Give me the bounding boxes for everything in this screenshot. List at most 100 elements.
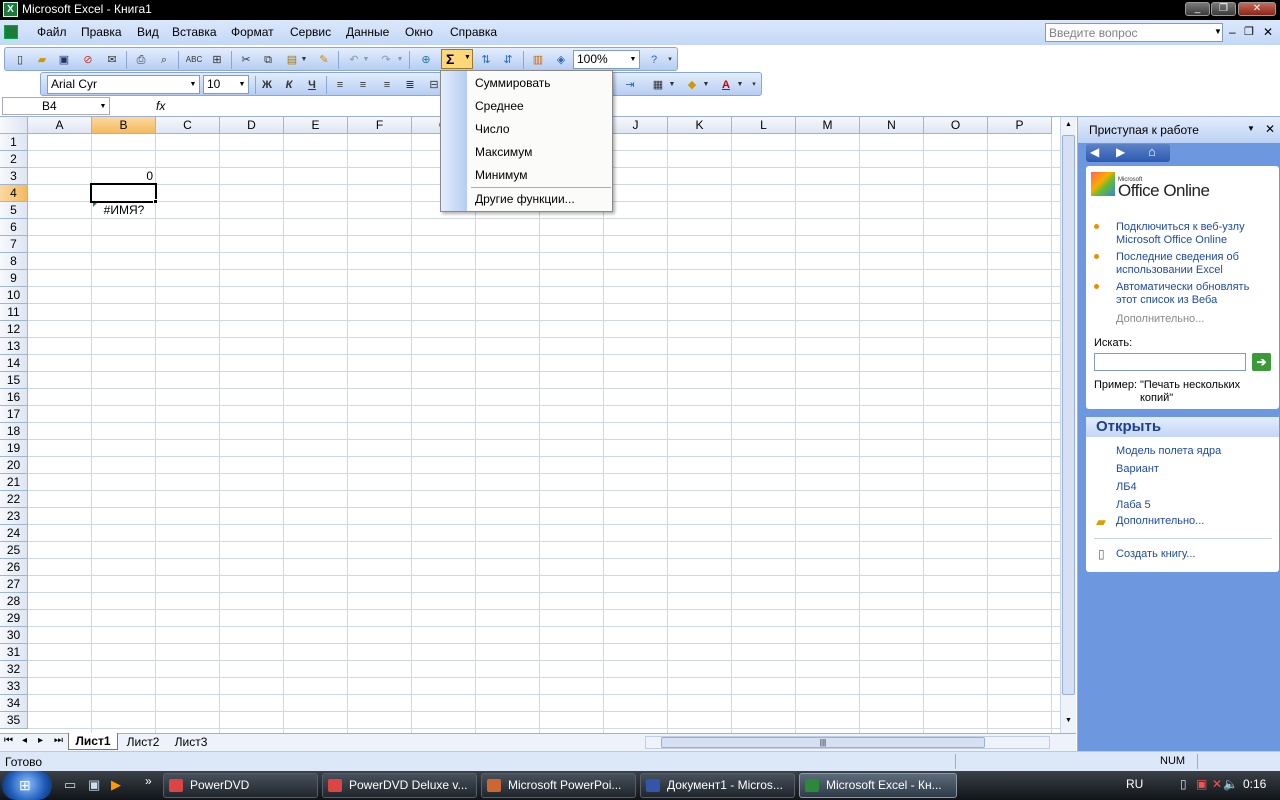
menu-item-max[interactable]: Максимум (475, 145, 532, 159)
doc-close-button[interactable]: ✕ (1263, 25, 1273, 39)
font-color-icon[interactable]: A (717, 77, 735, 93)
menu-item-sum[interactable]: Суммировать (475, 76, 550, 90)
recent-file-3[interactable]: ЛБ4 (1116, 481, 1137, 494)
row-header-32[interactable]: 32 (0, 661, 28, 678)
column-header-j[interactable]: J (604, 117, 668, 134)
row-header-30[interactable]: 30 (0, 627, 28, 644)
column-header-p[interactable]: P (988, 117, 1052, 134)
search-go-icon[interactable]: ➔ (1252, 353, 1271, 371)
switch-windows-icon[interactable]: ▣ (88, 777, 100, 793)
row-header-31[interactable]: 31 (0, 644, 28, 661)
help-icon[interactable]: ? (645, 52, 663, 68)
sort-descending-icon[interactable]: ⇵ (499, 52, 517, 68)
row-header-4[interactable]: 4 (0, 185, 28, 202)
row-header-13[interactable]: 13 (0, 338, 28, 355)
open-more-link[interactable]: Дополнительно... (1116, 515, 1204, 528)
paste-dropdown-icon[interactable]: ▼ (299, 52, 309, 68)
row-header-26[interactable]: 26 (0, 559, 28, 576)
vertical-scrollbar[interactable]: ▲ ▼ (1060, 117, 1076, 733)
language-indicator[interactable]: RU (1126, 777, 1143, 791)
menu-insert[interactable]: Вставка (172, 25, 217, 39)
help-dropdown-icon[interactable]: ▼ (1214, 27, 1222, 36)
menu-item-min[interactable]: Минимум (475, 168, 528, 182)
justify-icon[interactable]: ≣ (401, 77, 419, 93)
home-icon[interactable]: ⌂ (1148, 144, 1156, 159)
font-size-select[interactable]: 10 ▼ (203, 75, 249, 94)
cell-b5[interactable]: #ИМЯ? (92, 202, 156, 219)
recent-file-1[interactable]: Модель полета ядра (1116, 445, 1221, 458)
link-more-online[interactable]: Дополнительно... (1116, 313, 1204, 326)
scroll-up-icon[interactable]: ▲ (1062, 121, 1075, 131)
row-header-25[interactable]: 25 (0, 542, 28, 559)
task-pane-menu-icon[interactable]: ▼ (1247, 124, 1255, 133)
row-header-10[interactable]: 10 (0, 287, 28, 304)
column-header-m[interactable]: M (796, 117, 860, 134)
menu-window[interactable]: Окно (405, 25, 433, 39)
autosum-button[interactable]: Σ ▼ (441, 49, 473, 69)
row-header-14[interactable]: 14 (0, 355, 28, 372)
research-icon[interactable]: ⊞ (208, 52, 226, 68)
column-header-b[interactable]: B (92, 117, 156, 134)
redo-dropdown-icon[interactable]: ▼ (395, 52, 405, 68)
underline-button[interactable]: Ч (303, 77, 321, 93)
row-header-1[interactable]: 1 (0, 134, 28, 151)
hyperlink-icon[interactable]: ⊕ (417, 52, 435, 68)
menu-tools[interactable]: Сервис (290, 25, 331, 39)
network-icon[interactable]: ▣ (1196, 777, 1207, 791)
task-powerdvd[interactable]: PowerDVD (163, 773, 318, 798)
copy-icon[interactable]: ⧉ (259, 52, 277, 68)
show-desktop-icon[interactable]: ▭ (64, 777, 76, 793)
create-workbook-link[interactable]: Создать книгу... (1116, 548, 1195, 561)
align-center-icon[interactable]: ≡ (354, 77, 372, 93)
row-header-24[interactable]: 24 (0, 525, 28, 542)
forward-icon[interactable]: ▶ (1116, 145, 1125, 159)
format-toolbar-options-icon[interactable]: ▾ (749, 77, 759, 93)
row-header-33[interactable]: 33 (0, 678, 28, 695)
sheet-tab-2[interactable]: Лист2 (120, 734, 166, 750)
formula-input[interactable] (172, 97, 1278, 115)
close-button[interactable]: ✕ (1238, 2, 1276, 16)
workbook-icon[interactable] (4, 25, 18, 39)
align-right-icon[interactable]: ≡ (378, 77, 396, 93)
row-header-8[interactable]: 8 (0, 253, 28, 270)
maximize-button[interactable]: ❐ (1211, 2, 1236, 16)
row-header-16[interactable]: 16 (0, 389, 28, 406)
select-all-corner[interactable] (0, 117, 28, 134)
menu-file[interactable]: Файл (37, 25, 67, 39)
last-sheet-icon[interactable]: ⏭ (54, 735, 63, 746)
task-word[interactable]: Документ1 - Micros... (640, 773, 795, 798)
task-powerpoint[interactable]: Microsoft PowerPoi... (481, 773, 636, 798)
column-header-c[interactable]: C (156, 117, 220, 134)
clock[interactable]: 0:16 (1243, 777, 1266, 791)
row-header-15[interactable]: 15 (0, 372, 28, 389)
column-header-f[interactable]: F (348, 117, 412, 134)
format-painter-icon[interactable]: ✎ (315, 52, 333, 68)
recent-file-4[interactable]: Лаба 5 (1116, 499, 1151, 512)
row-header-28[interactable]: 28 (0, 593, 28, 610)
indent-icon[interactable]: ⇥ (621, 77, 639, 93)
row-header-29[interactable]: 29 (0, 610, 28, 627)
sheet-tab-1[interactable]: Лист1 (68, 733, 118, 750)
align-left-icon[interactable]: ≡ (331, 77, 349, 93)
column-header-a[interactable]: A (28, 117, 92, 134)
active-cell-selection[interactable] (90, 183, 157, 203)
volume-icon[interactable]: 🔈 (1223, 777, 1238, 791)
help-search-input[interactable]: Введите вопрос (1045, 23, 1223, 42)
font-name-select[interactable]: Arial Cyr ▼ (47, 75, 200, 94)
menu-item-count[interactable]: Число (475, 122, 510, 136)
redo-icon[interactable]: ↷ (377, 52, 395, 68)
chart-wizard-icon[interactable]: ▥ (529, 52, 547, 68)
menu-edit[interactable]: Правка (81, 25, 122, 39)
fill-dropdown-icon[interactable]: ▼ (701, 77, 711, 93)
save-icon[interactable]: ▣ (55, 52, 73, 68)
row-header-5[interactable]: 5 (0, 202, 28, 219)
new-icon[interactable]: ▯ (11, 52, 29, 68)
row-header-11[interactable]: 11 (0, 304, 28, 321)
cut-icon[interactable]: ✂ (237, 52, 255, 68)
task-powerdvd-deluxe[interactable]: PowerDVD Deluxe v... (322, 773, 477, 798)
horizontal-scroll-thumb[interactable]: ||| (661, 737, 985, 748)
column-header-e[interactable]: E (284, 117, 348, 134)
font-color-dropdown-icon[interactable]: ▼ (735, 77, 745, 93)
search-input[interactable] (1094, 353, 1246, 371)
row-header-20[interactable]: 20 (0, 457, 28, 474)
